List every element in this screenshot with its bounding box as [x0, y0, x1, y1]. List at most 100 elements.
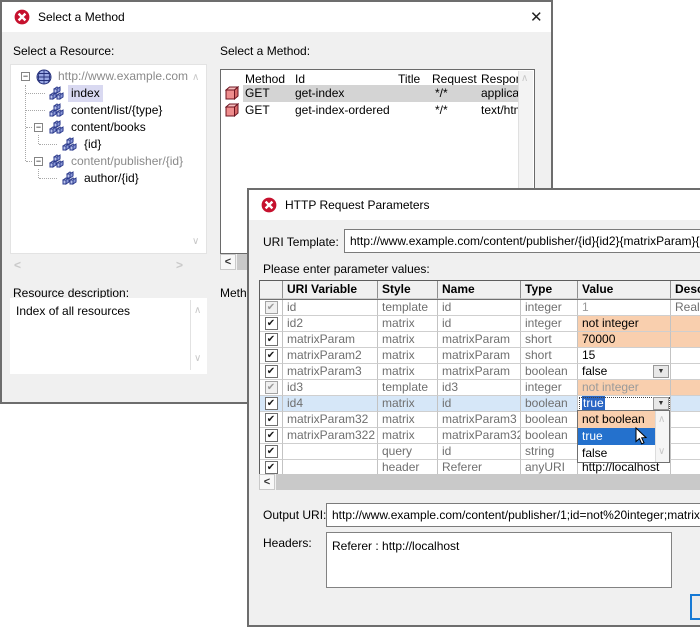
params-col-header: Descr: [671, 281, 700, 299]
row-checkbox[interactable]: ✔: [265, 333, 278, 346]
cell-text: matrix: [382, 332, 415, 346]
tree-expander-icon[interactable]: −: [34, 157, 43, 166]
tree-connector: [39, 178, 57, 180]
value-cell[interactable]: false ▼: [578, 364, 671, 380]
tree-item-label: content/list/{type}: [68, 102, 165, 119]
close-icon[interactable]: ✕: [530, 8, 543, 26]
style-cell: query: [378, 444, 438, 460]
scroll-down-icon[interactable]: ∨: [658, 447, 665, 457]
tree-connector: [26, 161, 32, 163]
cubes-icon: [48, 86, 65, 102]
method-row[interactable]: GETget-index*/*applicati: [221, 85, 519, 102]
params-row[interactable]: ✔id3templateid3integernot integer: [260, 380, 700, 396]
type-cell: integer: [521, 300, 578, 316]
dialog-title: HTTP Request Parameters: [285, 198, 430, 212]
tree-item-label: author/{id}: [81, 170, 142, 187]
params-row[interactable]: ✔matrixParam2matrixmatrixParamshort15: [260, 348, 700, 364]
uri-variable-cell: matrixParam322: [283, 428, 378, 444]
type-cell: short: [521, 332, 578, 348]
dropdown-scrollbar[interactable]: ∧∨: [655, 411, 669, 462]
col-title: Title: [398, 72, 420, 86]
cell-text: id2: [287, 316, 303, 330]
tree-item-content-books[interactable]: −content/books: [11, 119, 206, 136]
uri-template-field[interactable]: http://www.example.com/content/publisher…: [344, 229, 700, 253]
tree-connector: [38, 135, 40, 144]
style-cell: matrix: [378, 316, 438, 332]
scroll-up-icon[interactable]: ∧: [521, 74, 528, 84]
cell-text: matrix: [382, 428, 415, 442]
row-checkbox[interactable]: ✔: [265, 397, 278, 410]
scroll-left-icon[interactable]: <: [259, 474, 275, 490]
tree-item-http-www-example-com[interactable]: −http://www.example.com: [11, 68, 206, 85]
tree-item-label: index: [68, 85, 103, 102]
scroll-left-icon[interactable]: <: [220, 254, 236, 270]
scroll-left-icon[interactable]: <: [14, 258, 21, 272]
cell-text: id3: [442, 380, 458, 394]
cubes-icon: [48, 103, 65, 119]
value-cell[interactable]: 15: [578, 348, 671, 364]
method-label: Select a Method:: [220, 44, 310, 58]
method-cube-icon: [225, 103, 239, 122]
method-id: get-index-ordered: [295, 102, 390, 119]
value-cell[interactable]: not integer: [578, 380, 671, 396]
uri-variable-cell: id4: [283, 396, 378, 412]
tree-item-content-publisher-id-[interactable]: − content/publisher/{id}: [11, 153, 206, 170]
row-checkbox[interactable]: ✔: [265, 317, 278, 330]
cell-text: matrix: [382, 316, 415, 330]
output-uri-label: Output URI:: [263, 508, 326, 522]
dialog-title: Select a Method: [38, 10, 125, 24]
value-cell[interactable]: 1: [578, 300, 671, 316]
params-label: Please enter parameter values:: [263, 262, 430, 276]
description-cell: [671, 412, 700, 428]
row-checkbox[interactable]: ✔: [265, 445, 278, 458]
row-checkbox[interactable]: ✔: [265, 461, 278, 474]
cell-text: matrixParam: [442, 364, 510, 378]
scroll-down-icon[interactable]: ∨: [192, 237, 199, 247]
scroll-up-icon[interactable]: ∧: [658, 415, 665, 425]
col-request: Request: [432, 72, 477, 86]
uri-variable-cell: id: [283, 300, 378, 316]
value-cell[interactable]: not integer: [578, 316, 671, 332]
row-checkbox[interactable]: ✔: [265, 413, 278, 426]
tree-connector: [39, 144, 57, 146]
row-checkbox[interactable]: ✔: [265, 365, 278, 378]
scroll-down-icon[interactable]: ∨: [194, 354, 201, 364]
checkbox-cell: ✔: [260, 332, 283, 348]
value-cell[interactable]: 70000: [578, 332, 671, 348]
dropdown-arrow-icon[interactable]: ▼: [653, 365, 669, 378]
style-cell: matrix: [378, 364, 438, 380]
scroll-up-icon[interactable]: ∧: [194, 306, 201, 316]
params-row[interactable]: ✔matrixParam3matrixmatrixParambooleanfal…: [260, 364, 700, 380]
method-row[interactable]: GETget-index-ordered*/*text/html: [221, 102, 519, 119]
tree-connector: [25, 85, 27, 161]
tree-expander-icon[interactable]: −: [21, 72, 30, 81]
cell-text: false: [582, 364, 607, 378]
col-method: Method: [245, 72, 285, 86]
style-cell: matrix: [378, 332, 438, 348]
params-row[interactable]: ✔matrixParammatrixmatrixParamshort70000: [260, 332, 700, 348]
method-request: */*: [435, 102, 448, 119]
cell-text: template: [382, 300, 428, 314]
ok-button[interactable]: [690, 594, 700, 620]
name-cell: matrixParam3: [438, 412, 521, 428]
scroll-up-icon[interactable]: ∧: [192, 73, 199, 83]
description-cell: [671, 332, 700, 348]
params-row[interactable]: ✔id2matrixidintegernot integer: [260, 316, 700, 332]
cell-text: matrixParam32: [287, 412, 368, 426]
dropdown-arrow-icon[interactable]: ▼: [653, 397, 669, 410]
params-row[interactable]: ✔idtemplateidinteger1Really: [260, 300, 700, 316]
params-table-hscrollbar[interactable]: <: [259, 474, 700, 490]
checkbox-cell: ✔: [260, 316, 283, 332]
row-checkbox[interactable]: ✔: [265, 429, 278, 442]
params-col-header: Style: [378, 281, 438, 299]
tree-item-label: content/publisher/{id}: [68, 153, 186, 170]
cell-text: short: [525, 332, 552, 346]
row-checkbox[interactable]: ✔: [265, 349, 278, 362]
checkbox-cell: ✔: [260, 396, 283, 412]
type-cell: boolean: [521, 364, 578, 380]
scrollbar-thumb[interactable]: [276, 474, 700, 490]
cell-text: query: [382, 444, 412, 458]
scroll-right-icon[interactable]: >: [176, 258, 183, 272]
tree-expander-icon[interactable]: −: [34, 123, 43, 132]
cell-text: 15: [582, 348, 595, 362]
